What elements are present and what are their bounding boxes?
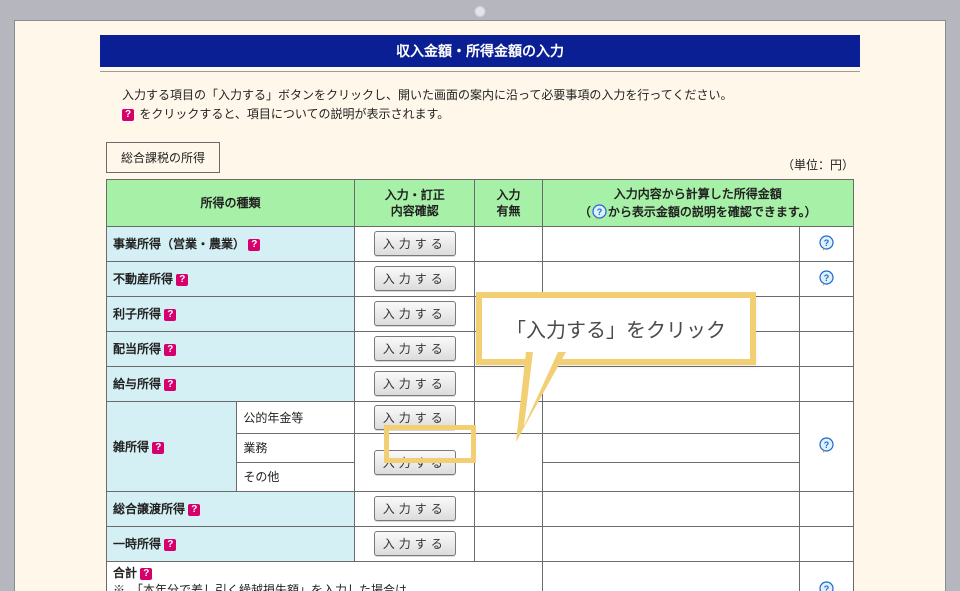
label-misc: 雑所得 <box>113 440 149 454</box>
help-icon[interactable]: ? <box>176 274 188 286</box>
row-misc-pension: 雑所得 ? 公的年金等 入力する ? <box>107 401 854 433</box>
help-icon[interactable]: ? <box>164 344 176 356</box>
label-misc-other: その他 <box>243 470 279 484</box>
callout: 「入力する」をクリック <box>476 292 756 365</box>
input-button-real-estate[interactable]: 入力する <box>374 266 456 291</box>
col-calc: 入力内容から計算した所得金額 （ ? から表示金額の説明を確認できます。） <box>542 180 854 226</box>
label-total: 合計 <box>113 566 137 580</box>
unit-label: （単位：円） <box>782 156 854 173</box>
instructions-line1: 入力する項目の「入力する」ボタンをクリックし、開いた画面の案内に沿って必要事項の… <box>122 88 732 102</box>
label-misc-business: 業務 <box>243 441 267 455</box>
help-icon[interactable]: ? <box>122 109 134 121</box>
label-salary: 給与所得 <box>113 377 161 391</box>
info-icon[interactable]: ? <box>818 234 835 251</box>
section-tab: 総合課税の所得 <box>106 142 220 173</box>
help-icon[interactable]: ? <box>164 309 176 321</box>
row-transfer: 総合譲渡所得 ? 入力する <box>107 491 854 526</box>
total-note-1: 「本年分で差し引く繰越損失額」を入力した場合は、 <box>137 583 419 591</box>
label-misc-pension: 公的年金等 <box>243 411 303 425</box>
svg-text:?: ? <box>824 440 830 450</box>
info-icon[interactable]: ? <box>818 269 835 286</box>
help-icon[interactable]: ? <box>164 539 176 551</box>
camera-dot <box>475 6 486 17</box>
col-input: 入力・訂正 内容確認 <box>355 180 475 226</box>
row-real-estate: 不動産所得 ? 入力する ? <box>107 261 854 296</box>
help-icon[interactable]: ? <box>152 442 164 454</box>
input-button-business[interactable]: 入力する <box>374 231 456 256</box>
input-button-dividend[interactable]: 入力する <box>374 336 456 361</box>
total-note-prefix: ※ <box>113 583 137 591</box>
col-flag: 入力 有無 <box>475 180 542 226</box>
input-button-interest[interactable]: 入力する <box>374 301 456 326</box>
input-button-temporary[interactable]: 入力する <box>374 531 456 556</box>
help-icon[interactable]: ? <box>248 239 260 251</box>
page-title: 収入金額・所得金額の入力 <box>100 35 860 67</box>
label-dividend: 配当所得 <box>113 342 161 356</box>
help-icon[interactable]: ? <box>188 504 200 516</box>
income-table: 所得の種類 入力・訂正 内容確認 入力 有無 入力内容から計算した所得金額 （ … <box>106 179 854 591</box>
svg-text:?: ? <box>824 584 830 591</box>
row-business: 事業所得（営業・農業） ? 入力する ? <box>107 226 854 261</box>
row-total: 合計 ? ※ 「本年分で差し引く繰越損失額」を入力した場合は、 繰越損失控除後の… <box>107 561 854 591</box>
row-salary: 給与所得 ? 入力する <box>107 366 854 401</box>
input-button-transfer[interactable]: 入力する <box>374 496 456 521</box>
info-icon[interactable]: ? <box>591 203 608 220</box>
info-icon[interactable]: ? <box>818 436 835 453</box>
info-icon[interactable]: ? <box>818 580 835 591</box>
svg-text:?: ? <box>824 238 830 248</box>
label-business: 事業所得（営業・農業） <box>113 237 245 251</box>
input-button-misc-pension[interactable]: 入力する <box>374 405 456 430</box>
help-icon[interactable]: ? <box>140 568 152 580</box>
instructions-line2: をクリックすると、項目についての説明が表示されます。 <box>139 107 449 121</box>
divider <box>100 71 860 72</box>
svg-text:?: ? <box>824 273 830 283</box>
label-temporary: 一時所得 <box>113 537 161 551</box>
col-type: 所得の種類 <box>107 180 355 226</box>
svg-text:?: ? <box>597 207 603 217</box>
help-icon[interactable]: ? <box>164 379 176 391</box>
instructions: 入力する項目の「入力する」ボタンをクリックし、開いた画面の案内に沿って必要事項の… <box>122 86 838 124</box>
input-button-misc-business[interactable]: 入力する <box>374 450 456 475</box>
label-interest: 利子所得 <box>113 307 161 321</box>
label-transfer: 総合譲渡所得 <box>113 502 185 516</box>
input-button-salary[interactable]: 入力する <box>374 371 456 396</box>
row-temporary: 一時所得 ? 入力する <box>107 526 854 561</box>
label-real-estate: 不動産所得 <box>113 272 173 286</box>
